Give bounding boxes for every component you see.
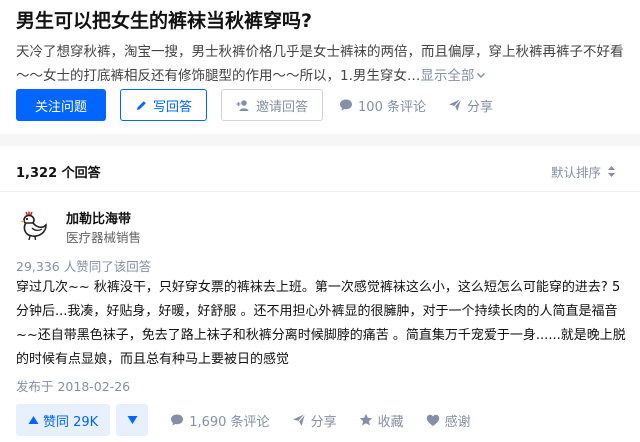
answer-comments-label: 1,690 条评论: [189, 414, 270, 430]
heart-icon: [426, 414, 439, 426]
publish-date[interactable]: 发布于 2018-02-26: [16, 376, 130, 395]
thanks-button[interactable]: 感谢: [426, 411, 471, 430]
upvote-label: 赞同 29K: [43, 414, 99, 430]
avatar[interactable]: [16, 208, 50, 242]
section-divider: [0, 191, 640, 192]
triangle-down-icon: [127, 416, 138, 424]
answer-content: 穿过几次~~ 秋裤没干，只好穿女票的裤袜去上班。第一次感觉裤袜这么小，这么短怎么…: [16, 280, 626, 367]
chevron-down-icon: [476, 65, 486, 89]
question-header: 男生可以把女生的裤袜当秋裤穿吗? 天冷了想穿秋裤，淘宝一搜，男士秋裤价格几乎是女…: [0, 0, 640, 134]
comment-icon: [171, 414, 184, 426]
show-all-label: 显示全部: [420, 68, 475, 84]
chicken-avatar-icon: [16, 208, 50, 242]
collect-label: 收藏: [377, 414, 404, 430]
share-plane-icon: [292, 413, 305, 426]
answer-count: 1,322 个回答: [16, 166, 101, 181]
author-headline: 医疗器械销售: [66, 230, 142, 245]
collect-button[interactable]: 收藏: [359, 411, 404, 430]
follow-question-button[interactable]: 关注问题: [16, 89, 106, 121]
question-actions: 关注问题 写回答 邀请回答 100 条评论 分享: [16, 89, 515, 121]
question-share-label: 分享: [466, 99, 493, 115]
invite-answer-button[interactable]: 邀请回答: [221, 89, 324, 121]
answer-share-button[interactable]: 分享: [292, 411, 337, 430]
approve-count: 29,336 人赞同了该回答: [16, 259, 152, 274]
answers-section: 1,322 个回答 默认排序 加勒比海带 医疗器械销售 29,336 人赞同了该…: [0, 146, 640, 442]
write-answer-button[interactable]: 写回答: [120, 89, 208, 121]
question-excerpt-text: 天冷了想穿秋裤，淘宝一搜，男士秋裤价格几乎是女士裤袜的两倍，而且偏厚，穿上秋裤再…: [16, 44, 624, 84]
question-excerpt: 天冷了想穿秋裤，淘宝一搜，男士秋裤价格几乎是女士裤袜的两倍，而且偏厚，穿上秋裤再…: [16, 40, 628, 89]
star-icon: [359, 413, 372, 426]
question-title[interactable]: 男生可以把女生的裤袜当秋裤穿吗?: [16, 6, 312, 33]
upvote-button[interactable]: 赞同 29K: [16, 404, 111, 436]
triangle-up-icon: [28, 416, 39, 424]
sort-label: 默认排序: [550, 165, 601, 180]
write-answer-label: 写回答: [153, 99, 193, 115]
question-share-button[interactable]: 分享: [448, 96, 493, 115]
comment-icon: [340, 99, 353, 111]
sort-dropdown[interactable]: 默认排序: [551, 162, 616, 181]
answer-share-label: 分享: [310, 414, 337, 430]
author-name[interactable]: 加勒比海带: [66, 208, 131, 227]
question-comments-label: 100 条评论: [358, 99, 426, 115]
answer-actions: 赞同 29K 1,690 条评论 分享 收藏 感谢: [16, 404, 493, 436]
thanks-label: 感谢: [444, 414, 471, 430]
show-all-link[interactable]: 显示全部: [420, 68, 486, 84]
downvote-button[interactable]: [116, 404, 149, 436]
answer-comments-button[interactable]: 1,690 条评论: [170, 411, 270, 430]
pencil-icon: [137, 100, 146, 110]
share-plane-icon: [448, 98, 462, 111]
question-comments-button[interactable]: 100 条评论: [339, 96, 426, 115]
invite-answer-label: 邀请回答: [256, 99, 309, 115]
invite-user-icon: [236, 99, 249, 111]
sort-arrows-icon: [608, 166, 615, 177]
